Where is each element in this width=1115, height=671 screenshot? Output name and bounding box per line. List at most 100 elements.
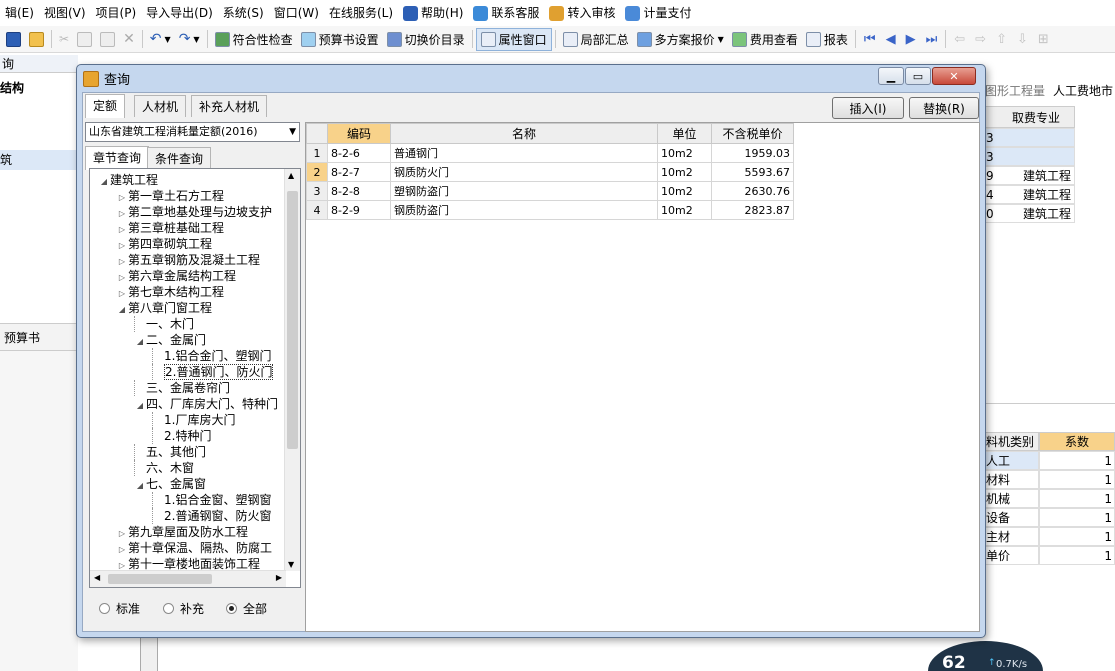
tab-chapter-query[interactable]: 章节查询	[85, 146, 150, 170]
expanded-arrow-icon[interactable]: ◢	[116, 302, 128, 318]
tree-node[interactable]: ◢ 建筑工程	[98, 172, 158, 188]
conformity-check-button[interactable]: 符合性检查	[211, 28, 297, 51]
filter-radio[interactable]: 标准	[99, 600, 140, 617]
bg-fee-row[interactable]: 3	[985, 147, 1075, 166]
hscroll-thumb[interactable]	[108, 574, 212, 584]
bg-material-coef[interactable]: 1	[1039, 508, 1115, 527]
prev-icon[interactable]: ◀	[881, 32, 901, 47]
tree-node[interactable]: ▷ 第十章保温、隔热、防腐工	[116, 540, 272, 556]
multi-scheme-quote-button[interactable]: 多方案报价 ▼	[633, 28, 728, 51]
partial-summary-button[interactable]: 局部汇总	[559, 28, 633, 51]
cell-price[interactable]: 1959.03	[711, 143, 794, 163]
row-number[interactable]: 3	[306, 181, 328, 201]
tree-node[interactable]: 2.特种门	[152, 428, 211, 444]
bg-fee-row[interactable]: 3	[985, 128, 1075, 147]
dialog-titlebar[interactable]: 查询	[77, 65, 985, 92]
bg-material-type[interactable]: 材料	[985, 470, 1039, 489]
tree-horizontal-scrollbar[interactable]: ◀ ▶	[90, 570, 286, 587]
tab-labor-material-machine[interactable]: 人材机	[134, 95, 187, 117]
first-icon[interactable]: ⏮	[859, 32, 881, 47]
scroll-left-icon[interactable]: ◀	[94, 573, 100, 582]
tree-node[interactable]: 1.铝合金窗、塑钢窗	[152, 492, 271, 508]
col-price[interactable]: 不含税单价	[711, 123, 794, 144]
cell-unit[interactable]: 10m2	[657, 181, 712, 201]
cell-code[interactable]: 8-2-8	[327, 181, 391, 201]
bg-fee-row[interactable]: 4 建筑工程	[985, 185, 1075, 204]
scroll-thumb[interactable]	[287, 191, 298, 449]
bg-material-coef[interactable]: 1	[1039, 470, 1115, 489]
menu-item[interactable]: 视图(V)	[39, 0, 91, 26]
bg-selected-row[interactable]: 筑	[0, 150, 78, 170]
tree-node[interactable]: ◢ 七、金属窗	[134, 476, 206, 492]
replace-button[interactable]: 替换(R)	[909, 97, 979, 119]
expanded-arrow-icon[interactable]: ◢	[134, 398, 146, 414]
tree-node[interactable]: ▷ 第二章地基处理与边坡支护	[116, 204, 272, 220]
open-button[interactable]	[25, 28, 48, 51]
cell-name[interactable]: 塑钢防盗门	[390, 181, 658, 201]
bg-material-type[interactable]: 设备	[985, 508, 1039, 527]
bg-material-coef[interactable]: 1	[1039, 546, 1115, 565]
tree-node[interactable]: ▷ 第一章土石方工程	[116, 188, 224, 204]
close-button[interactable]: ✕	[932, 67, 976, 85]
scroll-right-icon[interactable]: ▶	[276, 573, 282, 582]
tree-node[interactable]: 1.铝合金门、塑钢门	[152, 348, 271, 364]
table-row[interactable]: 1 8-2-6 普通钢门 10m2 1959.03	[306, 143, 794, 163]
copy-button[interactable]	[73, 28, 96, 51]
tree-node[interactable]: ◢ 四、厂库房大门、特种门	[134, 396, 278, 412]
expanded-arrow-icon[interactable]: ◢	[134, 334, 146, 350]
cut-button[interactable]: ✂	[55, 28, 73, 51]
expanded-arrow-icon[interactable]: ◢	[98, 174, 110, 190]
tree-node[interactable]: ▷ 第三章桩基础工程	[116, 220, 224, 236]
save-button[interactable]	[2, 28, 25, 51]
bg-fee-row[interactable]: 0 建筑工程	[985, 204, 1075, 223]
col-name[interactable]: 名称	[390, 123, 658, 144]
tree-node[interactable]: ◢ 二、金属门	[134, 332, 206, 348]
row-number[interactable]: 4	[306, 200, 328, 220]
scroll-up-icon[interactable]: ▲	[288, 171, 294, 180]
tree-node[interactable]: 2.普通钢窗、防火窗	[152, 508, 271, 524]
bg-material-coef[interactable]: 1	[1039, 489, 1115, 508]
radio-dot[interactable]	[226, 603, 237, 614]
filter-radio[interactable]: 全部	[226, 600, 267, 617]
tree-vertical-scrollbar[interactable]: ▲ ▼	[284, 169, 300, 571]
fee-view-button[interactable]: 费用查看	[728, 28, 802, 51]
bg-material-type[interactable]: 人工	[985, 451, 1039, 470]
menu-item[interactable]: 系统(S)	[218, 0, 269, 26]
delete-button[interactable]: ✕	[119, 28, 139, 51]
cell-name[interactable]: 普通钢门	[390, 143, 658, 163]
cell-name[interactable]: 钢质防盗门	[390, 200, 658, 220]
undo-button[interactable]: ↶ ▼	[146, 28, 175, 51]
tree-node[interactable]: 1.厂库房大门	[152, 412, 235, 428]
minimize-button[interactable]: ▁	[878, 67, 904, 85]
tree-node[interactable]: 一、木门	[134, 316, 194, 332]
arrow-down-icon[interactable]: ⇩	[1012, 32, 1033, 47]
table-row[interactable]: 3 8-2-8 塑钢防盗门 10m2 2630.76	[306, 181, 794, 201]
row-number[interactable]: 2	[306, 162, 328, 182]
tree-node[interactable]: ▷ 第六章金属结构工程	[116, 268, 236, 284]
table-row[interactable]: 2 8-2-7 钢质防火门 10m2 5593.67	[306, 162, 794, 182]
tree-node[interactable]: 三、金属卷帘门	[134, 380, 230, 396]
bg-budget-tab[interactable]: 预算书	[0, 323, 78, 351]
cell-price[interactable]: 5593.67	[711, 162, 794, 182]
menu-item[interactable]: 辑(E)	[0, 0, 39, 26]
cell-unit[interactable]: 10m2	[657, 162, 712, 182]
tree-node[interactable]: 五、其他门	[134, 444, 206, 460]
bg-material-type[interactable]: 机械	[985, 489, 1039, 508]
arrow-right-icon[interactable]: ⇨	[970, 32, 991, 47]
bg-material-type[interactable]: 单价	[985, 546, 1039, 565]
row-number[interactable]: 1	[306, 143, 328, 163]
next-icon[interactable]: ▶	[901, 32, 921, 47]
paste-button[interactable]	[96, 28, 119, 51]
cell-unit[interactable]: 10m2	[657, 143, 712, 163]
bg-material-coef[interactable]: 1	[1039, 451, 1115, 470]
property-window-button[interactable]: 属性窗口	[475, 27, 552, 51]
redo-button[interactable]: ↷ ▼	[175, 28, 204, 51]
cell-code[interactable]: 8-2-7	[327, 162, 391, 182]
menu-item[interactable]: 联系客服	[468, 0, 544, 26]
switch-price-dir-button[interactable]: 切换价目录	[383, 28, 469, 51]
filter-radio[interactable]: 补充	[163, 600, 204, 617]
col-unit[interactable]: 单位	[657, 123, 712, 144]
budget-settings-button[interactable]: 预算书设置	[297, 28, 383, 51]
cell-code[interactable]: 8-2-9	[327, 200, 391, 220]
cell-price[interactable]: 2630.76	[711, 181, 794, 201]
